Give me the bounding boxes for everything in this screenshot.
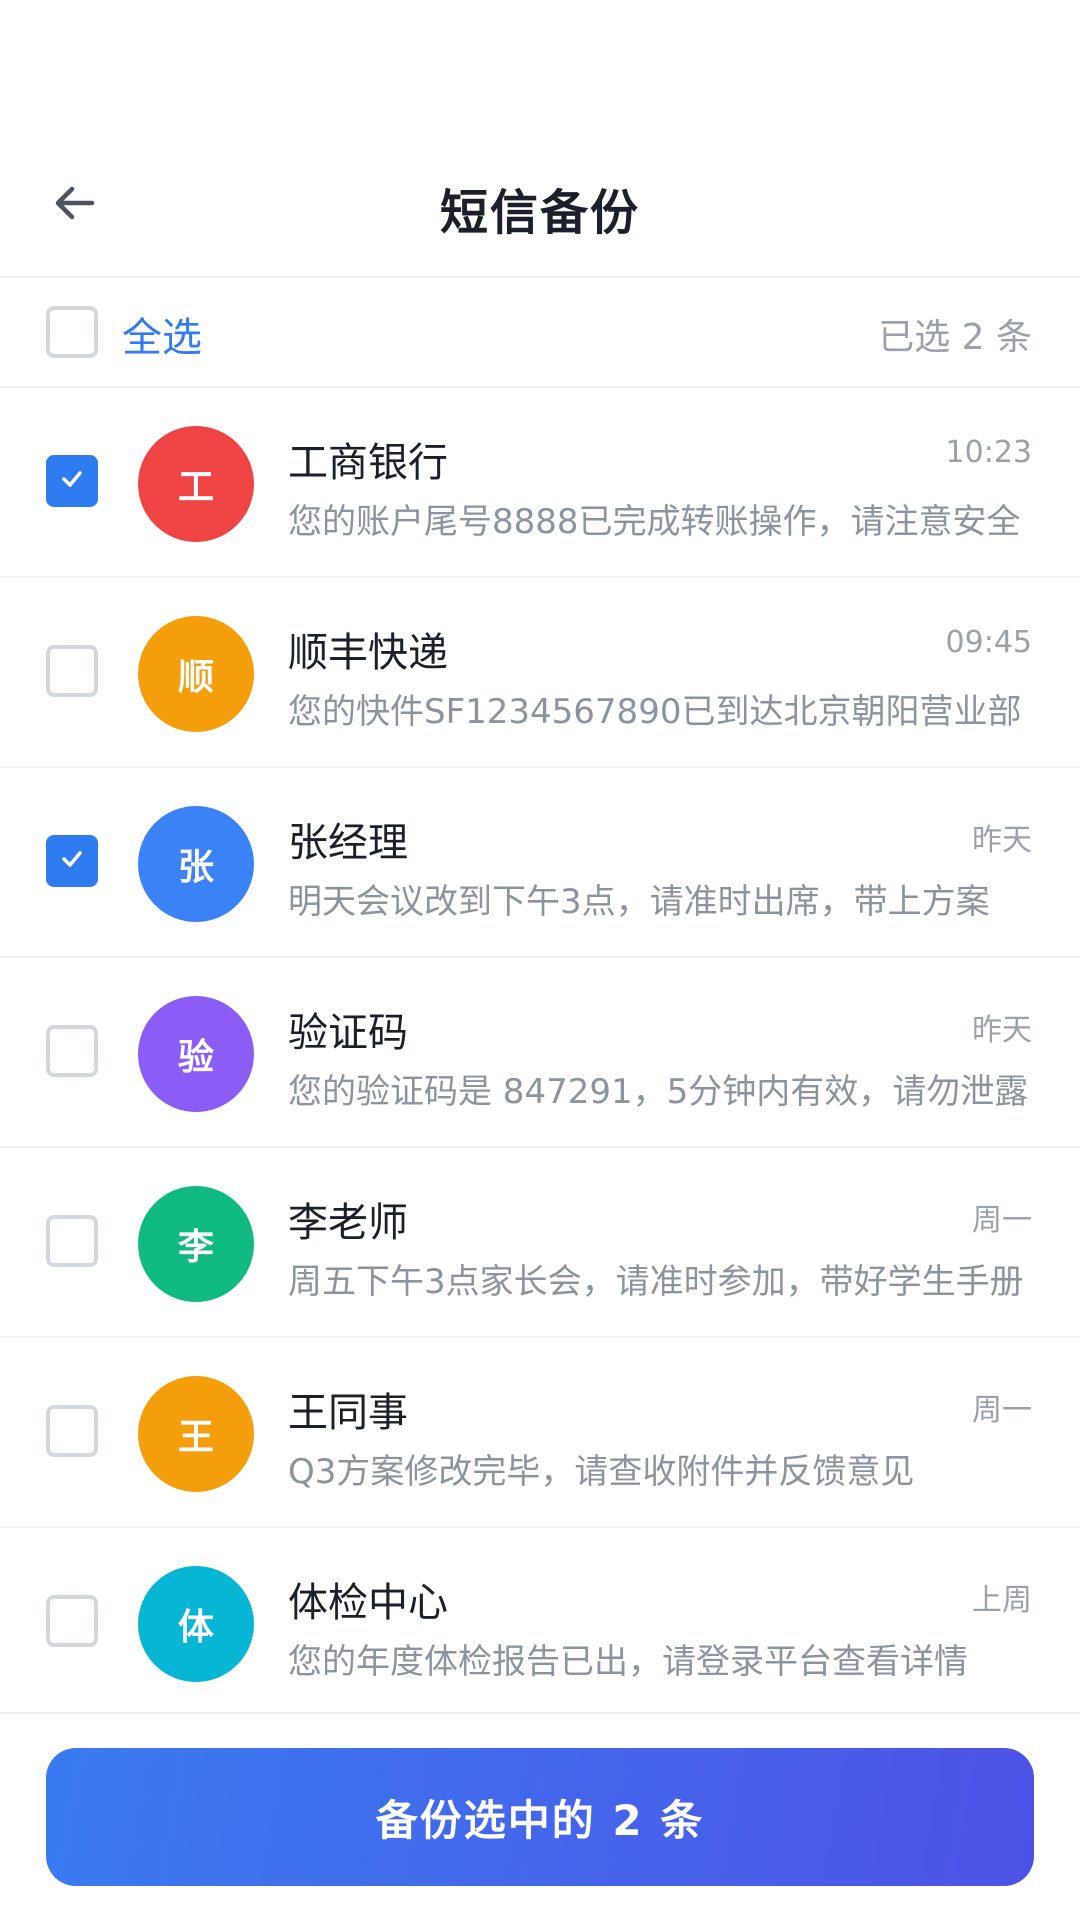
avatar: 张 [138,806,254,922]
avatar: 李 [138,1186,254,1302]
message-row[interactable]: 李 李老师 周一 周五下午3点家长会，请准时参加，带好学生手册 [0,1148,1080,1338]
bottom-action-bar: 备份选中的 2 条 [0,1712,1080,1922]
message-preview: 明天会议改到下午3点，请准时出席，带上方案 [288,882,990,922]
message-row[interactable]: 顺 顺丰快递 09:45 您的快件SF1234567890已到达北京朝阳营业部 [0,578,1080,768]
message-preview: 周五下午3点家长会，请准时参加，带好学生手册 [288,1262,1024,1302]
checkmark-icon [57,464,87,498]
message-row[interactable]: 验 验证码 昨天 您的验证码是 847291，5分钟内有效，请勿泄露 [0,958,1080,1148]
page-title: 短信备份 [439,185,640,241]
selected-count: 已选 2 条 [878,317,1032,358]
avatar: 体 [138,1566,254,1682]
message-time: 09:45 [945,625,1032,660]
message-time: 上周 [972,1583,1032,1618]
message-checkbox[interactable] [46,1595,98,1647]
message-time: 昨天 [972,1013,1032,1048]
avatar: 工 [138,426,254,542]
sender-name: 验证码 [288,1010,408,1056]
select-all-label[interactable]: 全选 [122,305,202,363]
message-row[interactable]: 王 王同事 周一 Q3方案修改完毕，请查收附件并反馈意见 [0,1338,1080,1528]
select-all-checkbox[interactable] [46,306,98,358]
message-time: 10:23 [945,435,1032,470]
message-time: 周一 [972,1393,1032,1428]
message-checkbox[interactable] [46,645,98,697]
avatar: 验 [138,996,254,1112]
select-all-bar: 全选 已选 2 条 [0,278,1080,388]
backup-selected-button[interactable]: 备份选中的 2 条 [46,1748,1034,1886]
message-preview: Q3方案修改完毕，请查收附件并反馈意见 [288,1452,915,1492]
sender-name: 体检中心 [288,1580,448,1626]
message-row[interactable]: 张 张经理 昨天 明天会议改到下午3点，请准时出席，带上方案 [0,768,1080,958]
message-preview: 您的快件SF1234567890已到达北京朝阳营业部 [288,692,1022,732]
avatar: 顺 [138,616,254,732]
message-checkbox[interactable] [46,455,98,507]
sender-name: 工商银行 [288,440,448,486]
sender-name: 李老师 [288,1200,408,1246]
checkmark-icon [57,844,87,878]
message-checkbox[interactable] [46,1025,98,1077]
message-checkbox[interactable] [46,1215,98,1267]
sender-name: 王同事 [288,1390,408,1436]
message-row[interactable]: 体 体检中心 上周 您的年度体检报告已出，请登录平台查看详情 [0,1528,1080,1718]
message-time: 昨天 [972,823,1032,858]
message-checkbox[interactable] [46,1405,98,1457]
message-preview: 您的验证码是 847291，5分钟内有效，请勿泄露 [288,1072,1029,1112]
sender-name: 顺丰快递 [288,630,448,676]
avatar: 王 [138,1376,254,1492]
message-list: 工 工商银行 10:23 您的账户尾号8888已完成转账操作，请注意安全 顺 顺… [0,388,1080,1718]
top-bar: 短信备份 [0,140,1080,278]
message-checkbox[interactable] [46,835,98,887]
message-preview: 您的年度体检报告已出，请登录平台查看详情 [288,1642,968,1682]
message-row[interactable]: 工 工商银行 10:23 您的账户尾号8888已完成转账操作，请注意安全 [0,388,1080,578]
message-time: 周一 [972,1203,1032,1238]
message-preview: 您的账户尾号8888已完成转账操作，请注意安全 [288,502,1021,542]
sender-name: 张经理 [288,820,408,866]
